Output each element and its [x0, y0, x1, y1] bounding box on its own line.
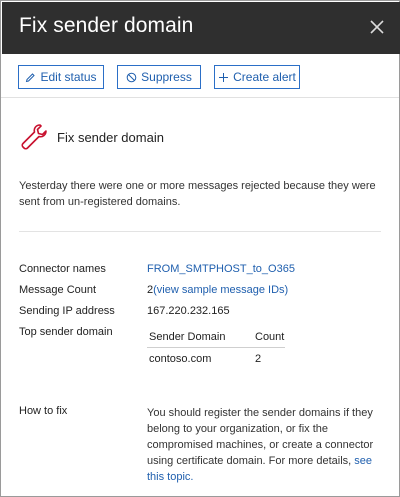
close-button[interactable] — [364, 14, 390, 40]
pencil-icon — [26, 72, 36, 82]
sender-domain-table: Sender Domain Count contoso.com 2 — [147, 326, 285, 372]
how-to-fix-text: You should register the sender domains i… — [147, 405, 385, 485]
column-header-sender-domain: Sender Domain — [149, 331, 226, 343]
edit-status-label: Edit status — [40, 70, 97, 84]
edit-status-button[interactable]: Edit status — [18, 65, 104, 89]
create-alert-button[interactable]: Create alert — [214, 65, 300, 89]
section-title: Fix sender domain — [57, 129, 164, 145]
divider — [19, 231, 381, 232]
close-icon — [370, 20, 384, 34]
suppress-label: Suppress — [141, 70, 192, 84]
plus-icon — [219, 72, 229, 82]
section-description: Yesterday there were one or more message… — [19, 180, 376, 208]
suppress-button[interactable]: Suppress — [117, 65, 201, 89]
connector-names-label: Connector names — [19, 263, 106, 275]
wrench-icon — [21, 124, 47, 150]
message-count-value: 2(view sample message IDs) — [147, 284, 288, 296]
how-to-fix-label: How to fix — [19, 405, 68, 417]
block-icon — [126, 72, 137, 82]
connector-names-link[interactable]: FROM_SMTPHOST_to_O365 — [147, 263, 295, 275]
create-alert-label: Create alert — [233, 70, 296, 84]
top-sender-domain-label: Top sender domain — [19, 326, 113, 338]
panel-header: Fix sender domain — [2, 2, 400, 54]
table-header: Sender Domain Count — [147, 326, 285, 348]
message-count-label: Message Count — [19, 284, 97, 296]
panel-title: Fix sender domain — [19, 14, 194, 37]
toolbar: Edit status Suppress Create alert — [1, 54, 399, 98]
table-cell-count: 2 — [255, 353, 262, 365]
sending-ip-value: 167.220.232.165 — [147, 305, 230, 317]
sending-ip-label: Sending IP address — [19, 305, 115, 317]
table-row: contoso.com 2 — [147, 348, 285, 372]
panel: Fix sender domain Edit status Suppress C… — [0, 0, 400, 497]
section-header: Fix sender domain — [19, 122, 164, 152]
table-cell-domain: contoso.com — [149, 353, 212, 365]
how-to-fix-body: You should register the sender domains i… — [147, 407, 374, 467]
column-header-count: Count — [255, 331, 285, 343]
view-sample-ids-link[interactable]: (view sample message IDs) — [153, 284, 288, 296]
